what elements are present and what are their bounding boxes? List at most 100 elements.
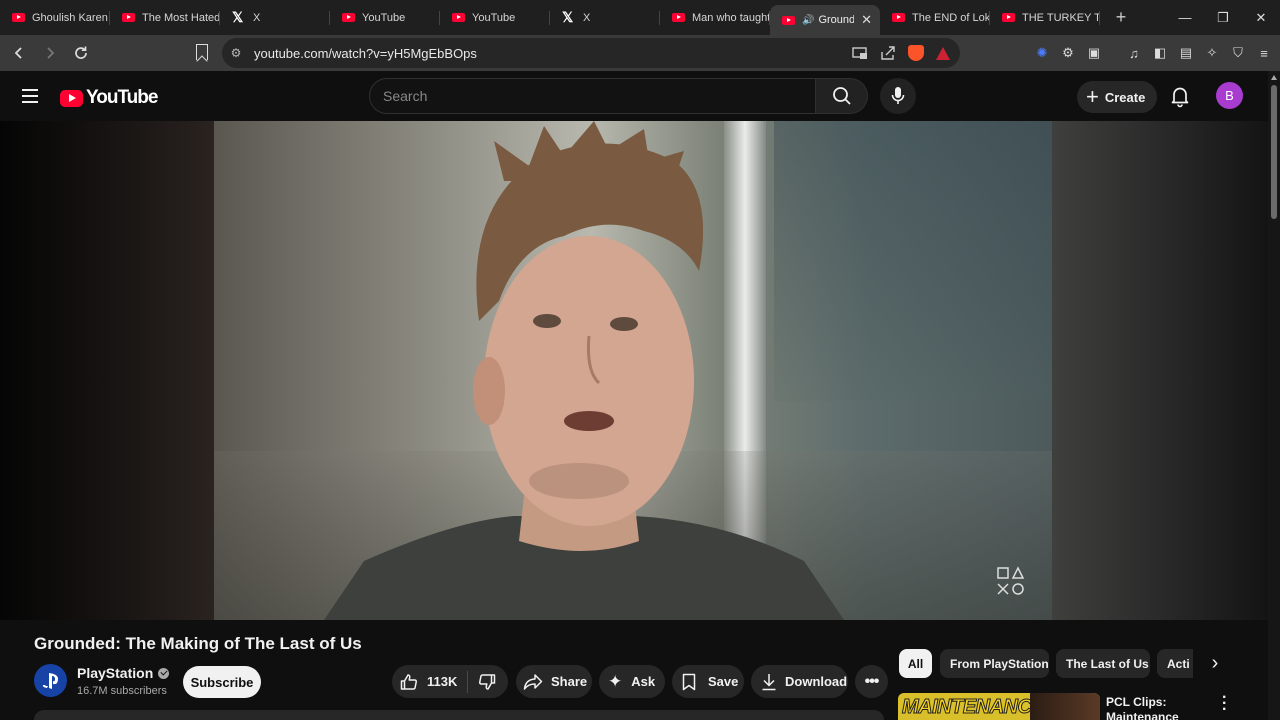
chevron-right-icon[interactable]: › [1204, 651, 1226, 675]
subscribe-button[interactable]: Subscribe [183, 666, 261, 698]
reload-button[interactable] [68, 40, 94, 66]
menu-icon[interactable]: ≡ [1256, 45, 1272, 61]
brave-rewards-icon[interactable] [936, 46, 950, 60]
browser-tab[interactable]: Ghoulish Karen [0, 0, 110, 35]
bookmark-icon[interactable] [196, 44, 208, 60]
more-horizontal-icon: ••• [864, 672, 880, 690]
tab-title: Ghoulish Karen [32, 11, 108, 24]
close-window-button[interactable]: ✕ [1242, 0, 1280, 35]
speaker-icon[interactable]: 🔊 [802, 15, 814, 26]
close-tab-icon[interactable]: ✕ [861, 12, 872, 28]
description-box[interactable] [34, 710, 884, 720]
like-button[interactable]: 113K [392, 673, 457, 691]
new-tab-button[interactable]: + [1106, 7, 1136, 28]
cast-icon[interactable] [852, 46, 868, 60]
browser-tab[interactable]: YouTube [440, 0, 550, 35]
browser-tab[interactable]: Man who taught [660, 0, 770, 35]
browser-tab[interactable]: The Most Hated [110, 0, 220, 35]
browser-tab[interactable]: The END of Lok [880, 0, 990, 35]
youtube-icon [122, 13, 135, 22]
url-text[interactable]: youtube.com/watch?v=yH5MgEbBOps [254, 46, 477, 61]
browser-tab[interactable]: 𝕏X [220, 0, 330, 35]
ambient-glow-right [1052, 121, 1268, 620]
minimize-button[interactable]: — [1166, 0, 1204, 35]
video-frame[interactable] [214, 121, 1052, 620]
scroll-up-icon[interactable] [1271, 75, 1277, 80]
youtube-icon [452, 13, 465, 22]
share-button[interactable]: Share [516, 665, 592, 698]
back-button[interactable] [6, 40, 32, 66]
arrow-left-icon [14, 47, 22, 59]
wallet-icon[interactable]: ▤ [1178, 45, 1194, 61]
tab-title: Grounded [818, 14, 855, 26]
youtube-icon [1002, 13, 1015, 22]
reload-icon [75, 46, 87, 59]
brave-shields-icon[interactable] [908, 45, 924, 61]
browser-tab[interactable]: YouTube [330, 0, 440, 35]
sparkle-icon: ✦ [608, 671, 623, 691]
address-bar[interactable]: ⚙ youtube.com/watch?v=yH5MgEbBOps [222, 38, 960, 68]
chip-from-playstation[interactable]: From PlayStation [940, 649, 1049, 678]
tab-title: YouTube [472, 11, 516, 24]
chip-the-last-of-us[interactable]: The Last of Us [1056, 649, 1150, 678]
save-button[interactable]: Save [672, 665, 744, 698]
video-title: Grounded: The Making of The Last of Us [34, 634, 362, 653]
download-label: Download [785, 674, 848, 689]
more-actions-button[interactable]: ••• [855, 665, 888, 698]
extensions-icon[interactable]: ⚙ [1060, 45, 1076, 61]
youtube-logo[interactable]: YouTube [60, 87, 158, 109]
music-icon[interactable]: ♫ [1126, 45, 1142, 61]
download-icon [762, 673, 776, 690]
channel-avatar[interactable] [34, 664, 67, 697]
chip-action[interactable]: Acti [1157, 649, 1193, 678]
search-input[interactable] [383, 79, 803, 113]
thumbnail-text: MAINTENANCE [901, 696, 1045, 719]
browser-tab-active[interactable]: 🔊 Grounded ✕ [770, 5, 880, 35]
notifications-bell-icon[interactable] [1168, 84, 1192, 108]
channel-name[interactable]: PlayStation [77, 665, 170, 681]
tab-title: X [253, 11, 261, 24]
sidebar-icon[interactable]: ◧ [1152, 45, 1168, 61]
search-button[interactable] [816, 78, 868, 114]
tab-title: The Most Hated [142, 11, 220, 24]
account-avatar[interactable]: B [1216, 82, 1243, 109]
site-settings-icon[interactable]: ⚙ [222, 46, 250, 60]
forward-button[interactable] [37, 40, 63, 66]
vpn-icon[interactable]: ✺ [1034, 45, 1050, 61]
browser-tab[interactable]: 𝕏X [550, 0, 660, 35]
x-icon: 𝕏 [562, 9, 574, 25]
microphone-icon [891, 87, 905, 104]
share-label: Share [551, 674, 588, 689]
more-vertical-icon[interactable]: · · · [1222, 690, 1227, 718]
youtube-icon [892, 13, 905, 22]
ask-label: Ask [631, 674, 656, 689]
recommendation-thumbnail[interactable]: MAINTENANCE [898, 693, 1100, 720]
leo-icon[interactable]: ✧ [1204, 45, 1220, 61]
chip-all[interactable]: All [899, 649, 932, 678]
save-label: Save [708, 674, 739, 689]
create-button[interactable]: + Create [1077, 81, 1157, 113]
recommendation-title[interactable]: PCL Clips: Maintenance [1106, 695, 1206, 720]
shield-icon[interactable]: ⛉ [1230, 45, 1246, 61]
video-player[interactable] [0, 121, 1268, 620]
screenshot-icon[interactable]: ▣ [1086, 45, 1102, 61]
browser-tab[interactable]: THE TURKEY TO [990, 0, 1100, 35]
ask-button[interactable]: ✦ Ask [599, 665, 665, 698]
thumbs-down-icon [479, 673, 496, 690]
share-page-icon[interactable] [880, 46, 896, 60]
page-scrollbar[interactable] [1268, 71, 1280, 720]
verified-badge-icon [158, 667, 170, 679]
download-button[interactable]: Download [751, 665, 848, 698]
dislike-button[interactable] [478, 673, 496, 691]
voice-search-button[interactable] [880, 78, 916, 114]
youtube-play-icon [60, 89, 83, 107]
playstation-logo-icon [42, 672, 58, 689]
logo-text: YouTube [86, 87, 158, 108]
address-actions [852, 38, 950, 68]
restore-button[interactable]: ❐ [1204, 0, 1242, 35]
like-count: 113K [427, 674, 458, 689]
scrollbar-thumb[interactable] [1271, 85, 1277, 219]
youtube-icon [342, 13, 355, 22]
browser-tab-strip: Ghoulish Karen The Most Hated 𝕏X YouTube… [0, 0, 1280, 35]
menu-hamburger-icon[interactable] [22, 89, 38, 103]
